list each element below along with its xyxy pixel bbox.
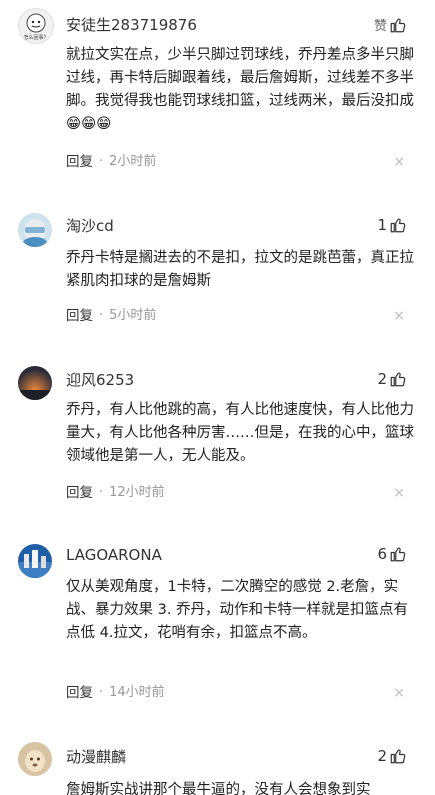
- like-button[interactable]: 1: [377, 216, 407, 234]
- thumbs-up-icon: [390, 749, 406, 764]
- timestamp: 14小时前: [109, 685, 165, 700]
- avatar[interactable]: [18, 742, 52, 776]
- username[interactable]: 淘沙cd: [66, 216, 114, 236]
- reply-button[interactable]: 回复: [66, 307, 93, 325]
- like-button[interactable]: 赞: [374, 15, 407, 34]
- comment-text: 就拉文实在点，少半只脚过罚球线，乔丹差点多半只脚过线，再卡特后脚跟着线，最后詹姆…: [66, 47, 414, 132]
- close-icon[interactable]: ×: [393, 484, 405, 502]
- avatar[interactable]: [18, 544, 52, 578]
- like-label: 赞: [373, 19, 387, 34]
- like-count: 2: [377, 747, 387, 765]
- thumbs-up-icon: [390, 218, 406, 233]
- comment-meta: 回复 · 14小时前 ×: [66, 684, 411, 702]
- avatar-image-icon: [18, 742, 52, 776]
- username[interactable]: LAGOARONA: [66, 545, 162, 565]
- username[interactable]: 安徒生283719876: [66, 15, 197, 35]
- comment-text: 仅从美观角度，1卡特，二次腾空的感觉 2.老詹，实战、暴力效果 3. 乔丹，动作…: [66, 579, 409, 641]
- like-button[interactable]: 6: [377, 545, 407, 563]
- avatar-caption: 怎么回事？: [23, 35, 49, 41]
- avatar[interactable]: [18, 366, 52, 400]
- close-icon[interactable]: ×: [393, 684, 405, 702]
- username[interactable]: 迎风6253: [66, 370, 134, 390]
- comment-meta: 回复 · 5小时前 ×: [66, 307, 411, 325]
- like-count: 2: [377, 370, 387, 388]
- separator-dot: ·: [99, 485, 104, 500]
- comment-item: 怎么回事？ 安徒生283719876 赞 就拉文实在点，少半只脚过罚球线，乔丹差…: [0, 0, 435, 180]
- avatar[interactable]: [18, 213, 52, 247]
- like-count: 1: [377, 216, 387, 234]
- reply-button[interactable]: 回复: [66, 684, 93, 702]
- avatar[interactable]: 怎么回事？: [18, 8, 54, 44]
- comment-meta: 回复 · 12小时前 ×: [66, 484, 411, 502]
- timestamp: 12小时前: [109, 485, 165, 500]
- comment-item: 迎风6253 2 乔丹，有人比他跳的高，有人比他速度快，有人比他力量大，有人比他…: [0, 360, 435, 520]
- comment-item: 淘沙cd 1 乔丹卡特是搁进去的不是扣，拉文的是跳芭蕾，真正拉紧肌肉扣球的是詹姆…: [0, 200, 435, 350]
- comment-meta: 回复 · 2小时前 ×: [66, 153, 411, 171]
- reply-button[interactable]: 回复: [66, 484, 93, 502]
- avatar-image-icon: [18, 213, 52, 247]
- comment-text: 詹姆斯实战讲那个最牛逼的，没有人会想象到实: [66, 782, 371, 795]
- avatar-image-icon: [18, 366, 52, 400]
- like-button[interactable]: 2: [377, 370, 407, 388]
- username[interactable]: 动漫麒麟: [66, 747, 126, 767]
- comment-text: 乔丹，有人比他跳的高，有人比他速度快，有人比他力量大，有人比他各种厉害……但是，…: [66, 402, 414, 464]
- comment-item: 动漫麒麟 2 詹姆斯实战讲那个最牛逼的，没有人会想象到实: [0, 735, 435, 795]
- thumbs-up-icon: [390, 547, 406, 562]
- close-icon[interactable]: ×: [393, 307, 405, 325]
- thumbs-up-icon: [390, 18, 406, 32]
- thumbs-up-icon: [390, 372, 406, 387]
- separator-dot: ·: [99, 154, 104, 169]
- close-icon[interactable]: ×: [393, 153, 405, 171]
- timestamp: 2小时前: [109, 154, 157, 169]
- reply-button[interactable]: 回复: [66, 153, 93, 171]
- avatar-image-icon: [18, 544, 52, 578]
- separator-dot: ·: [99, 685, 104, 700]
- separator-dot: ·: [99, 308, 104, 323]
- timestamp: 5小时前: [109, 308, 157, 323]
- like-count: 6: [377, 545, 387, 563]
- like-button[interactable]: 2: [377, 747, 407, 765]
- comment-text: 乔丹卡特是搁进去的不是扣，拉文的是跳芭蕾，真正拉紧肌肉扣球的是詹姆斯: [66, 250, 414, 289]
- comment-item: LAGOARONA 6 仅从美观角度，1卡特，二次腾空的感觉 2.老詹，实战、暴…: [0, 535, 435, 715]
